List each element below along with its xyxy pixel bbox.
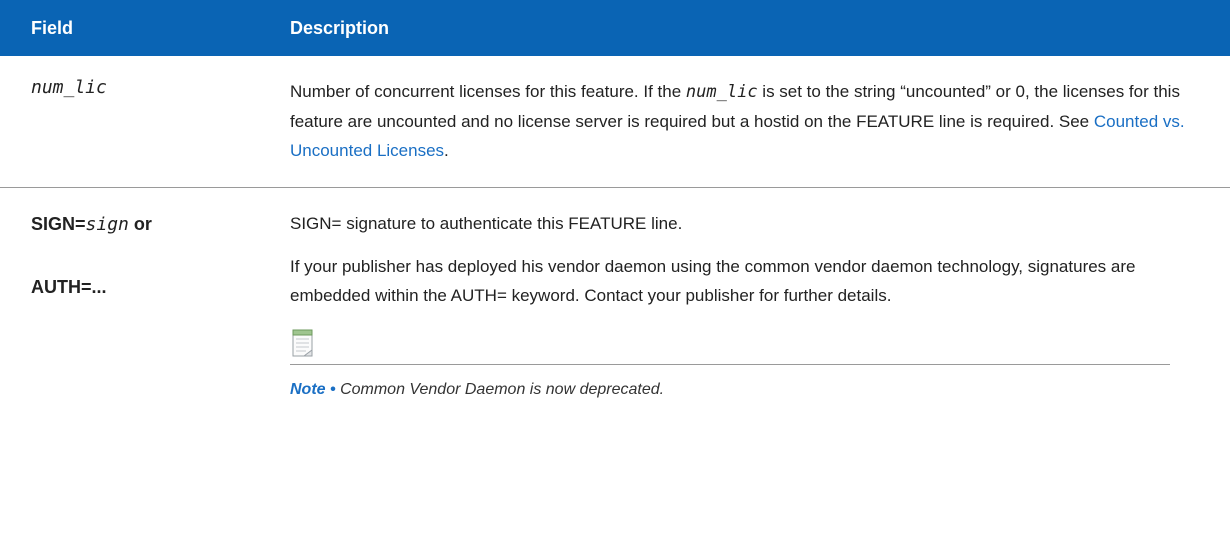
header-description: Description [290,17,390,38]
notepad-icon [290,328,316,358]
note-text: Common Vendor Daemon is now deprecated. [340,381,665,398]
table-header: Field Description [0,0,1230,56]
field-sign-var: sign [85,214,129,235]
header-field: Field [31,17,74,38]
description-cell: SIGN= signature to authenticate this FEA… [290,209,1230,404]
description-cell: Number of concurrent licenses for this f… [290,77,1230,165]
field-auth: AUTH=... [31,277,107,297]
desc-paragraph: SIGN= signature to authenticate this FEA… [290,214,683,233]
note: Note • Common Vendor Daemon is now depre… [290,375,1200,404]
field-description-table: Field Description num_lic Number of conc… [0,0,1230,404]
table-row: SIGN=sign or AUTH=... SIGN= signature to… [0,188,1230,404]
desc-code: num_lic [685,82,758,102]
note-label: Note [290,381,326,398]
field-sign: SIGN=sign or [31,209,290,240]
note-bullet: • [325,381,341,398]
desc-paragraph: If your publisher has deployed his vendo… [290,257,1136,305]
field-cell: num_lic [0,77,290,165]
table-row: num_lic Number of concurrent licenses fo… [0,56,1230,188]
field-num-lic: num_lic [31,77,107,98]
field-cell: SIGN=sign or AUTH=... [0,209,290,404]
desc-text: Number of concurrent licenses for this f… [290,82,686,101]
field-or: or [128,214,152,234]
desc-text: . [444,141,449,160]
field-sign-prefix: SIGN= [31,214,86,234]
note-divider [290,364,1170,365]
